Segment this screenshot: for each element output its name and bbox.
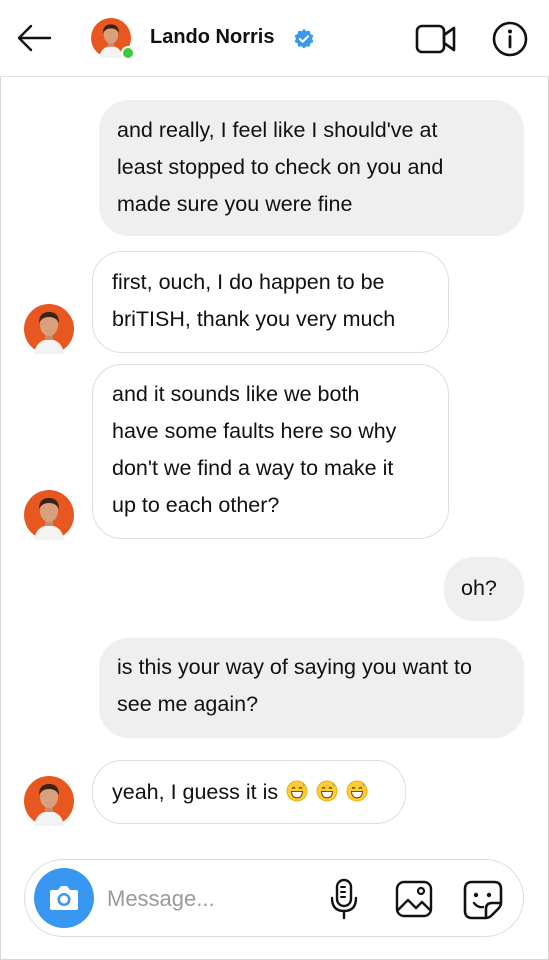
- contact-avatar[interactable]: [24, 776, 74, 826]
- message-line: least stopped to check on you and: [117, 155, 444, 179]
- grinning-sweat-emoji: [346, 780, 368, 802]
- sticker-button[interactable]: [462, 879, 504, 921]
- microphone-button[interactable]: [329, 878, 359, 920]
- gallery-icon: [395, 880, 433, 918]
- contact-name[interactable]: Lando Norris: [150, 26, 274, 49]
- video-call-button[interactable]: [415, 22, 457, 56]
- message-line: made sure you were fine: [117, 192, 353, 216]
- info-icon: [492, 21, 528, 57]
- grinning-sweat-emoji: [286, 780, 308, 802]
- incoming-message[interactable]: yeah, I guess it is: [92, 760, 406, 824]
- contact-avatar[interactable]: [24, 490, 74, 540]
- message-line: briTISH, thank you very much: [112, 307, 396, 331]
- incoming-message[interactable]: and it sounds like we both have some fau…: [92, 364, 449, 539]
- camera-icon: [50, 886, 78, 910]
- message-line: yeah, I guess it is: [112, 774, 405, 811]
- message-line: and really, I feel like I should've at: [117, 118, 438, 142]
- incoming-message[interactable]: first, ouch, I do happen to be briTISH, …: [92, 251, 449, 353]
- message-line: and it sounds like we both: [112, 382, 360, 406]
- video-call-icon: [415, 24, 456, 54]
- message-text: yeah, I guess it is: [112, 780, 279, 804]
- back-button[interactable]: [14, 20, 54, 56]
- back-arrow-icon: [17, 24, 52, 52]
- outgoing-message[interactable]: oh?: [444, 557, 524, 621]
- grinning-sweat-emoji: [316, 780, 338, 802]
- message-line: see me again?: [117, 692, 259, 716]
- message-composer: [24, 859, 524, 937]
- contact-avatar[interactable]: [24, 304, 74, 354]
- message-line: up to each other?: [112, 493, 280, 517]
- message-line: don't we find a way to make it: [112, 456, 394, 480]
- chat-header: Lando Norris: [0, 0, 549, 77]
- message-line: oh?: [461, 576, 497, 600]
- online-status-dot: [121, 46, 135, 60]
- microphone-icon: [330, 878, 358, 920]
- outgoing-message[interactable]: and really, I feel like I should've at l…: [99, 100, 524, 236]
- sticker-icon: [463, 880, 503, 920]
- message-line: have some faults here so why: [112, 419, 397, 443]
- outgoing-message[interactable]: is this your way of saying you want to s…: [99, 638, 524, 738]
- message-line: first, ouch, I do happen to be: [112, 270, 385, 294]
- camera-button[interactable]: [34, 868, 94, 928]
- gallery-button[interactable]: [395, 880, 433, 918]
- verified-badge-icon: [294, 28, 314, 49]
- info-button[interactable]: [491, 20, 529, 58]
- message-input[interactable]: [107, 882, 317, 916]
- message-line: is this your way of saying you want to: [117, 655, 472, 679]
